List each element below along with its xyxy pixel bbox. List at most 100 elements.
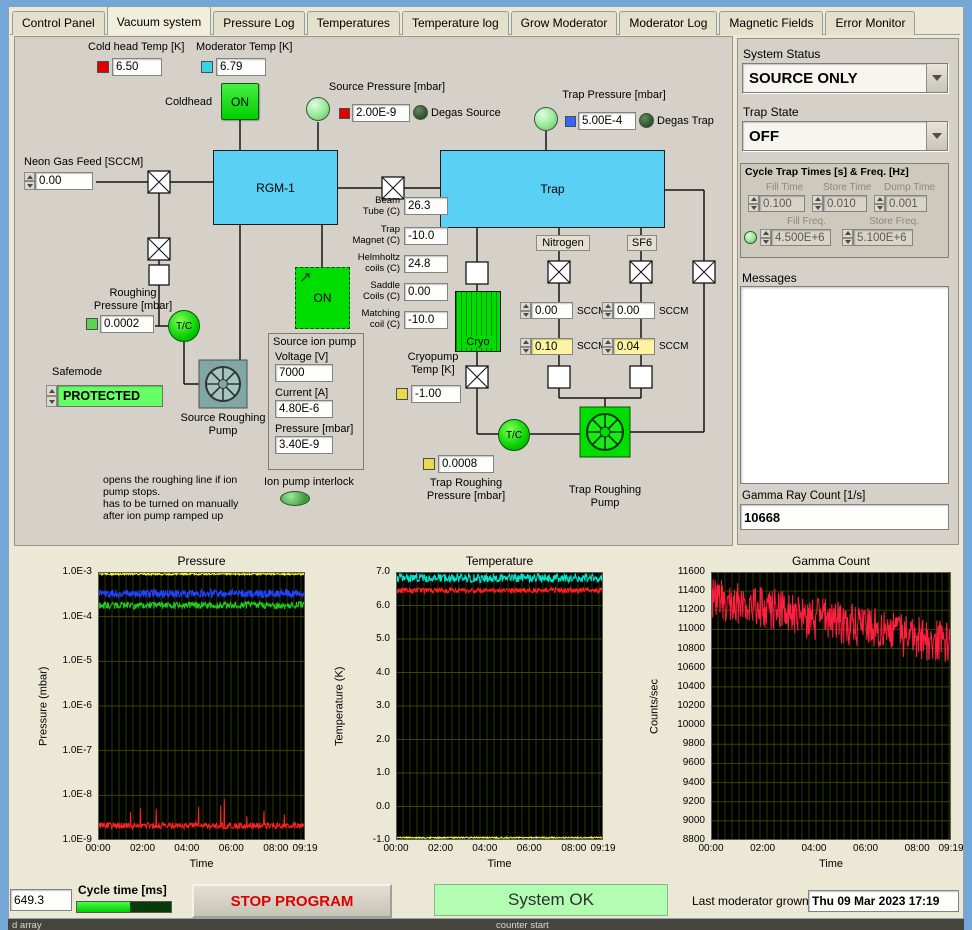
rgm1-label: RGM-1	[256, 180, 295, 195]
n2-flow-stepper[interactable]	[520, 302, 531, 319]
dropdown-arrow-icon[interactable]	[926, 64, 947, 92]
coldhead-label: Coldhead	[165, 96, 213, 108]
store-time-stepper[interactable]	[812, 195, 823, 212]
cycle-led	[744, 231, 757, 244]
system-status-dropdown[interactable]: SOURCE ONLY	[742, 63, 948, 93]
sf6-flow-value[interactable]: 0.00	[613, 302, 655, 319]
trap-state-label: Trap State	[743, 105, 799, 119]
store-freq-input[interactable]: 5.100E+6	[853, 229, 913, 246]
cold-head-indicator	[97, 61, 109, 73]
chart-y-tick: 9000	[682, 814, 705, 826]
dump-time-input[interactable]: 0.001	[885, 195, 927, 212]
spinner-up-icon[interactable]	[24, 172, 35, 181]
fill-freq-input[interactable]: 4.500E+6	[771, 229, 831, 246]
beam-tube-value: 26.3	[404, 197, 448, 215]
chart-y-axis-label: Pressure (mbar)	[37, 666, 50, 746]
cryopump-temp-indicator	[396, 388, 408, 400]
store-time-label: Store Time	[823, 182, 872, 193]
saddle-label: Saddle Coils (C)	[363, 280, 400, 302]
degas-trap-label: Degas Trap	[657, 115, 714, 127]
trap-label: Trap	[540, 182, 565, 196]
fill-freq-label: Fill Freq.	[787, 216, 826, 227]
chart-x-tick: 04:00	[174, 843, 200, 854]
chart-x-axis-label: Time	[189, 858, 214, 870]
safemode-value[interactable]: PROTECTED	[57, 385, 163, 407]
nitrogen-label: Nitrogen	[536, 235, 590, 251]
chart-y-tick: 9800	[682, 738, 705, 750]
chart-x-axis-label: Time	[487, 858, 512, 870]
tab-moderator-log[interactable]: Moderator Log	[619, 11, 718, 35]
cryopump-temp-label: Cryopump Temp [K]	[407, 351, 459, 376]
neon-gas-feed-input[interactable]: 0.00	[35, 172, 93, 190]
degas-trap-led[interactable]	[639, 113, 654, 128]
app-window: Control Panel Vacuum system Pressure Log…	[0, 0, 972, 930]
ion-pump-on-label: ON	[313, 291, 332, 305]
series-baseline	[396, 835, 603, 840]
n2-flow-value[interactable]: 0.00	[531, 302, 573, 319]
spinner-down-icon[interactable]	[24, 181, 35, 190]
chart-x-tick: 06:00	[218, 843, 244, 854]
ion-pump-interlock-led[interactable]	[280, 491, 310, 506]
n2-setpoint-input[interactable]: 0.10	[531, 338, 573, 355]
degas-source-led[interactable]	[413, 105, 428, 120]
tab-error-monitor[interactable]: Error Monitor	[825, 11, 916, 35]
moderator-indicator	[201, 61, 213, 73]
window-bottom-edge	[8, 919, 964, 930]
tab-pressure-log[interactable]: Pressure Log	[213, 11, 305, 35]
tab-temperature-log[interactable]: Temperature log	[401, 11, 509, 35]
ion-voltage-value: 7000	[275, 364, 333, 382]
ion-pressure-value: 3.40E-9	[275, 436, 333, 454]
fill-time-input[interactable]: 0.100	[759, 195, 805, 212]
chart-x-tick: 02:00	[750, 843, 776, 854]
coldhead-on-button[interactable]: ON	[221, 83, 259, 120]
matching-coil-value: -10.0	[404, 311, 448, 329]
source-pressure-led	[306, 97, 330, 121]
dropdown-arrow-icon[interactable]	[926, 122, 947, 150]
stop-program-button[interactable]: STOP PROGRAM	[192, 884, 392, 918]
tab-vacuum-system[interactable]: Vacuum system	[106, 6, 212, 35]
trap-state-dropdown[interactable]: OFF	[742, 121, 948, 151]
gamma-count-chart: Gamma Count Counts/sec 11600 11400 11200 1100…	[645, 554, 964, 880]
trap-pressure-label: Trap Pressure [mbar]	[562, 89, 666, 101]
safemode-label: Safemode	[52, 366, 103, 378]
sf6-setpoint-stepper[interactable]	[602, 338, 613, 355]
degas-source-label: Degas Source	[431, 107, 501, 119]
chart-title: Temperature	[465, 554, 534, 568]
neon-gas-feed-stepper[interactable]	[24, 172, 35, 190]
tab-grow-moderator[interactable]: Grow Moderator	[510, 11, 618, 35]
roughing-pressure-indicator	[86, 318, 98, 330]
ion-pump-interlock-label: Ion pump interlock	[264, 476, 354, 488]
tab-temperatures[interactable]: Temperatures	[306, 11, 400, 35]
chart-y-tick: 10600	[677, 661, 705, 673]
trap-roughing-pressure-value: 0.0008	[438, 455, 494, 473]
cold-head-temp-label: Cold head Temp [K]	[88, 41, 185, 53]
ion-pump-group-title: Source ion pump	[273, 336, 357, 348]
chart-plot-area	[711, 572, 951, 840]
sf6-setpoint-input[interactable]: 0.04	[613, 338, 655, 355]
safemode-stepper[interactable]	[46, 385, 57, 407]
fill-time-stepper[interactable]	[748, 195, 759, 212]
chart-y-axis-label: Temperature (K)	[333, 666, 346, 746]
chart-y-tick: 1.0E-5	[62, 655, 92, 667]
sf6-flow-stepper[interactable]	[602, 302, 613, 319]
cryo-label: Cryo	[464, 336, 492, 348]
trap-roughing-indicator	[423, 458, 435, 470]
chart-y-tick: 10800	[677, 642, 705, 654]
store-freq-stepper[interactable]	[842, 229, 853, 246]
ion-voltage-label: Voltage [V]	[275, 351, 329, 363]
chart-x-tick: 09:19	[590, 843, 616, 854]
trap-roughing-pressure-label: Trap Roughing Pressure [mbar]	[426, 477, 506, 502]
chart-y-tick: 10400	[677, 680, 705, 692]
store-time-input[interactable]: 0.010	[823, 195, 867, 212]
tab-magnetic-fields[interactable]: Magnetic Fields	[719, 11, 824, 35]
chart-x-tick: 00:00	[698, 843, 724, 854]
ion-pump-on-button[interactable]: ↗ ON	[295, 267, 350, 329]
series-source-pressure	[98, 798, 305, 831]
series-cold-head-temp	[396, 585, 603, 595]
dump-time-stepper[interactable]	[874, 195, 885, 212]
n2-setpoint-stepper[interactable]	[520, 338, 531, 355]
system-status-value: SOURCE ONLY	[749, 69, 858, 87]
fill-freq-stepper[interactable]	[760, 229, 771, 246]
cryo-pump-button[interactable]: Cryo	[455, 291, 501, 352]
tab-control-panel[interactable]: Control Panel	[12, 11, 105, 35]
